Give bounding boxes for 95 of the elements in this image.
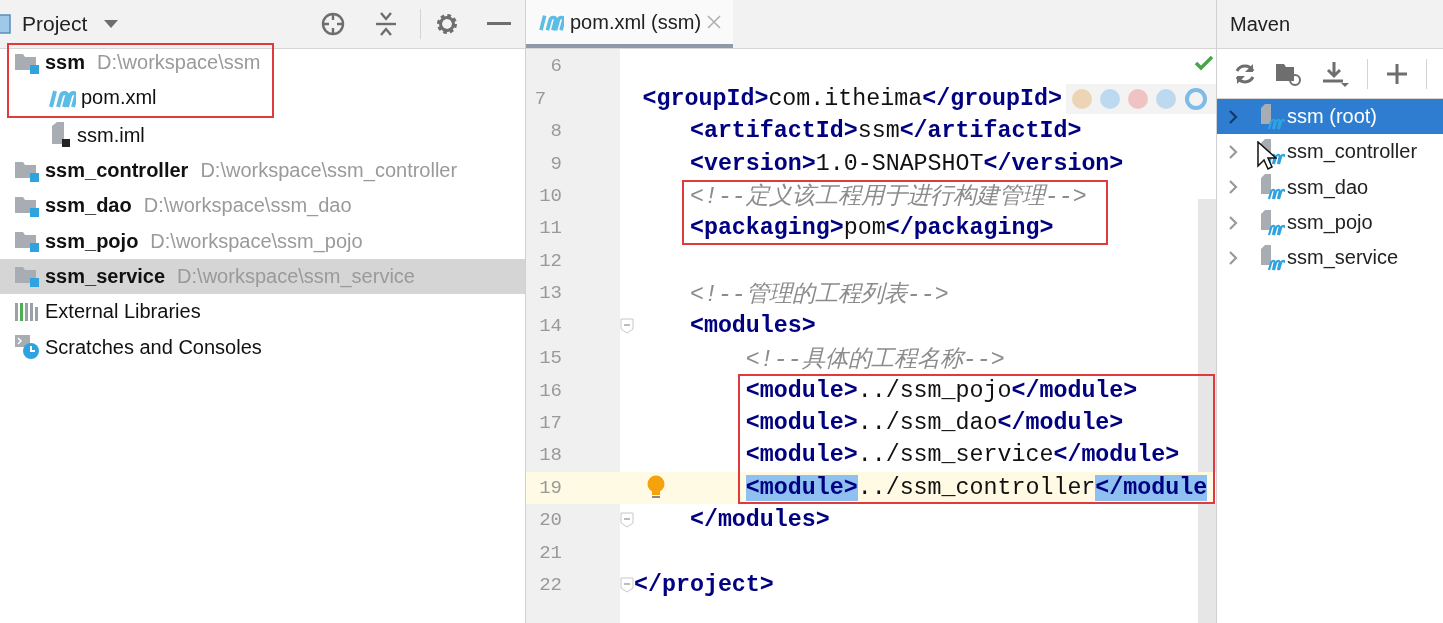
line-number: 11 (538, 217, 562, 240)
scratches-icon (14, 334, 40, 360)
minimize-icon[interactable] (487, 21, 511, 27)
line-number: 7 (533, 87, 547, 110)
line-number: 8 (549, 120, 562, 143)
line-number: 16 (538, 379, 562, 402)
tree-item[interactable]: pom.xml (9, 80, 261, 116)
panel-title: Maven (1230, 12, 1291, 36)
line-number: 17 (538, 412, 562, 435)
caret-icon[interactable] (103, 19, 120, 29)
maven-project-item[interactable]: ssm_service (1217, 240, 1443, 276)
checkmark-icon (1194, 55, 1214, 71)
editor-tab[interactable]: pom.xml (ssm) (526, 0, 734, 48)
chevron-icon[interactable] (1227, 180, 1239, 195)
item-name: ssm_service (45, 264, 166, 288)
line-number: 14 (538, 314, 562, 337)
item-name: ssm_dao (1287, 175, 1369, 199)
item-name: Scratches and Consoles (45, 335, 262, 359)
code-line: <!--具体的工程名称--> (744, 345, 1005, 374)
chevron-icon[interactable] (1227, 109, 1239, 124)
code-line: <module>../ssm_dao</module> (744, 410, 1124, 437)
module-folder-icon (14, 264, 40, 289)
tree-item[interactable]: ssm.iml (0, 117, 525, 153)
tree-item[interactable]: ssm_controller D:\workspace\ssm_controller (0, 152, 525, 189)
line-number: 19 (538, 476, 562, 499)
maven-module-icon (1259, 173, 1285, 202)
code-line: <!--管理的工程列表--> (688, 280, 949, 309)
item-name: ssm_dao (45, 194, 132, 218)
code-line: <packaging>pom</packaging> (688, 215, 1054, 242)
tree-item[interactable]: Scratches and Consoles (0, 329, 525, 365)
mouse-cursor-icon (1257, 141, 1277, 171)
item-path: D:\workspace\ssm_dao (143, 194, 352, 218)
tree-item[interactable]: ssm_pojo D:\workspace\ssm_pojo (0, 223, 525, 259)
maven-file-icon (538, 12, 564, 32)
lightbulb-icon[interactable] (646, 474, 666, 501)
tree-item[interactable]: ssm_dao D:\workspace\ssm_dao (0, 188, 525, 224)
fold-marker-icon[interactable] (620, 577, 634, 594)
item-path: D:\workspace\ssm_controller (200, 159, 458, 183)
item-path: D:\workspace\ssm (97, 51, 261, 75)
item-name: pom.xml (81, 86, 157, 110)
tree-item[interactable]: External Libraries (0, 294, 525, 330)
line-number: 12 (538, 249, 562, 272)
tree-item[interactable]: ssm_service D:\workspace\ssm_service (0, 258, 525, 295)
maven-module-icon (1259, 208, 1285, 237)
line-number: 22 (538, 574, 562, 597)
code-line: <artifactId>ssm</artifactId> (688, 118, 1082, 145)
code-line: <module>../ssm_service</module> (744, 442, 1180, 469)
item-name: ssm (45, 51, 86, 75)
code-line: <module>../ssm_controller</module (744, 474, 1208, 501)
maven-project-item[interactable]: ssm (root) (1217, 99, 1443, 135)
maven-project-item[interactable]: ssm_dao (1217, 169, 1443, 205)
locate-icon[interactable] (320, 11, 346, 37)
item-name: External Libraries (45, 300, 201, 324)
chevron-icon[interactable] (1227, 250, 1239, 265)
panel-title[interactable]: Project (22, 12, 88, 36)
maven-module-icon (1259, 102, 1285, 131)
item-name: ssm.iml (77, 123, 145, 147)
line-number: 9 (549, 152, 562, 175)
line-number: 15 (538, 347, 562, 370)
fold-marker-icon[interactable] (620, 317, 634, 334)
item-name: ssm_pojo (1287, 211, 1373, 235)
maven-project-item[interactable]: ssm_pojo (1217, 204, 1443, 241)
chevron-icon[interactable] (1227, 144, 1239, 159)
line-number: 6 (549, 55, 562, 78)
libraries-icon (14, 300, 40, 323)
download-icon[interactable] (1321, 59, 1349, 88)
module-folder-icon (14, 229, 40, 254)
line-number: 10 (538, 184, 562, 207)
line-number: 20 (538, 509, 562, 532)
code-line: </modules> (688, 507, 830, 534)
line-number: 18 (538, 444, 562, 467)
code-line: <groupId>com.itheima</groupId> (641, 85, 1062, 112)
item-name: ssm_controller (45, 159, 189, 183)
line-number: 21 (538, 541, 562, 564)
item-path: D:\workspace\ssm_service (177, 264, 415, 288)
line-number: 13 (538, 282, 562, 305)
code-line: <module>../ssm_pojo</module> (744, 377, 1138, 404)
code-line: <version>1.0-SNAPSHOT</version> (688, 150, 1124, 177)
item-name: ssm_service (1287, 246, 1399, 270)
collapse-all-icon[interactable] (374, 11, 398, 37)
code-line: </project> (634, 572, 774, 599)
fold-marker-icon[interactable] (620, 512, 634, 529)
code-editor[interactable] (526, 49, 1216, 623)
code-line: <modules> (688, 312, 816, 339)
settings-icon[interactable] (435, 12, 459, 36)
maven-module-icon (1259, 243, 1285, 272)
item-name: ssm_pojo (45, 229, 139, 253)
chevron-icon[interactable] (1227, 215, 1239, 230)
item-name: ssm_controller (1287, 140, 1418, 164)
panel-icon (0, 13, 12, 35)
tree-item[interactable]: ssm D:\workspace\ssm (9, 45, 261, 81)
code-line: <!--定义该工程用于进行构建管理--> (688, 182, 1087, 212)
item-path: D:\workspace\ssm_pojo (150, 229, 363, 253)
item-name: ssm (root) (1287, 105, 1377, 129)
add-icon[interactable] (1386, 62, 1408, 85)
